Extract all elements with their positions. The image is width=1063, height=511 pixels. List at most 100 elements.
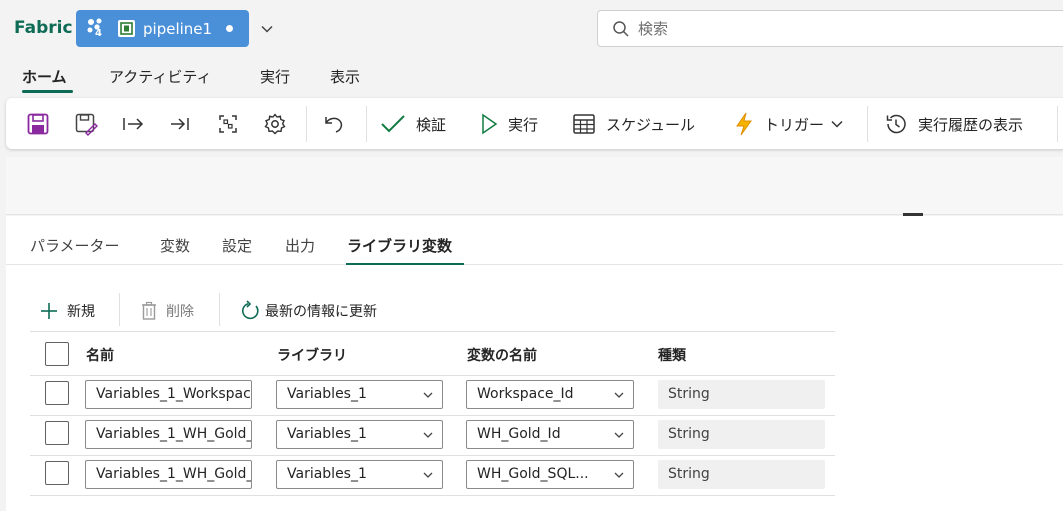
view-run-history-button[interactable]: 実行履歴の表示 [884, 111, 1023, 137]
name-input[interactable]: Variables_1_Workspace_Id [85, 380, 252, 409]
validate-button[interactable]: 検証 [380, 111, 446, 137]
header-type: 種類 [658, 348, 686, 364]
active-tab-indicator [346, 263, 464, 265]
refresh-icon [241, 300, 259, 320]
row-checkbox[interactable] [45, 461, 69, 485]
tab-library-variables[interactable]: ライブラリ変数 [347, 235, 452, 256]
header-name: 名前 [86, 348, 114, 364]
active-tab-indicator [22, 90, 73, 93]
unsaved-dot-icon [226, 25, 234, 32]
pipeline-canvas[interactable] [6, 157, 1063, 215]
action-divider [119, 293, 120, 326]
tab-run[interactable]: 実行 [260, 66, 290, 87]
arrow-to-end-icon[interactable] [167, 111, 193, 137]
tab-variables[interactable]: 変数 [160, 235, 190, 256]
table-row: Variables_1_WH_Gold_Id Variables_1 WH_Go… [30, 416, 835, 456]
row-checkbox[interactable] [45, 381, 69, 405]
table-row: Variables_1_WH_Gold_SQL_Endpoint Variabl… [30, 456, 835, 496]
delete-label: 削除 [166, 304, 194, 320]
trigger-button[interactable]: トリガー [734, 111, 844, 137]
save-as-icon[interactable] [73, 111, 99, 137]
item-name: pipeline1 [143, 19, 213, 38]
tab-home[interactable]: ホーム [22, 66, 67, 87]
variable-select[interactable]: WH_Gold_SQL... [466, 460, 634, 489]
chevron-down-icon [423, 392, 433, 398]
type-value: String [658, 420, 825, 449]
chevron-down-icon [614, 432, 624, 438]
brand-label[interactable]: Fabric [14, 18, 73, 38]
action-divider [219, 293, 220, 326]
library-value: Variables_1 [287, 426, 367, 442]
name-input[interactable]: Variables_1_WH_Gold_SQL_Endpoint [85, 460, 252, 489]
workspace-badge: 4 [95, 27, 102, 39]
undo-icon[interactable] [321, 111, 347, 137]
type-value: String [658, 460, 825, 489]
table-header: 名前 ライブラリ 変数の名前 種類 [30, 331, 835, 376]
tab-settings[interactable]: 設定 [222, 235, 252, 256]
library-select[interactable]: Variables_1 [276, 420, 443, 449]
menu-bar: ホーム アクティビティ 実行 表示 [0, 58, 1063, 98]
save-icon[interactable] [25, 111, 51, 137]
tab-output[interactable]: 出力 [285, 235, 315, 256]
validate-label: 検証 [416, 115, 447, 134]
schedule-label: スケジュール [606, 115, 695, 134]
chevron-down-icon [423, 432, 433, 438]
calendar-icon [573, 114, 595, 134]
tab-activities[interactable]: アクティビティ [109, 66, 211, 87]
delete-button[interactable]: 削除 [140, 300, 194, 322]
tab-view[interactable]: 表示 [330, 66, 360, 87]
library-value: Variables_1 [287, 386, 367, 402]
checkmark-icon [381, 115, 405, 133]
refresh-label: 最新の情報に更新 [265, 304, 377, 320]
plus-icon [41, 303, 57, 319]
library-select[interactable]: Variables_1 [276, 460, 443, 489]
tab-parameters[interactable]: パラメーター [30, 235, 120, 256]
play-icon [482, 113, 498, 135]
ribbon-divider [867, 106, 868, 142]
search-icon [613, 20, 629, 37]
arrow-right-bar-icon[interactable] [120, 111, 146, 137]
trash-icon [142, 301, 156, 320]
library-value: Variables_1 [287, 466, 367, 482]
item-selector-button[interactable]: 4 pipeline1 [76, 10, 249, 47]
header-library: ライブラリ [277, 348, 347, 364]
pipeline-icon [118, 20, 135, 37]
top-bar: Fabric 4 pipeline1 検索 [0, 0, 1063, 58]
view-run-history-label: 実行履歴の表示 [918, 115, 1024, 134]
schedule-button[interactable]: スケジュール [572, 111, 695, 137]
table-row: Variables_1_Workspace_Id Variables_1 Wor… [30, 376, 835, 416]
run-label: 実行 [508, 115, 539, 134]
chevron-down-icon[interactable] [260, 22, 274, 36]
ribbon-divider [366, 106, 367, 142]
history-icon [886, 114, 906, 134]
ribbon-toolbar: 検証 実行 スケジュール トリガー 実行履歴の表示 [6, 98, 1063, 149]
variable-select[interactable]: Workspace_Id [466, 380, 634, 409]
row-checkbox[interactable] [45, 421, 69, 445]
refresh-button[interactable]: 最新の情報に更新 [239, 300, 377, 322]
ribbon-divider [306, 106, 307, 142]
chevron-down-icon [831, 120, 843, 128]
fit-view-icon[interactable] [215, 111, 241, 137]
trigger-label: トリガー [764, 115, 825, 134]
gear-icon[interactable] [262, 111, 288, 137]
chevron-down-icon [423, 472, 433, 478]
variable-value: WH_Gold_Id [477, 426, 561, 442]
variable-select[interactable]: WH_Gold_Id [466, 420, 634, 449]
properties-panel: パラメーター 変数 設定 出力 ライブラリ変数 新規 削除 最新の情報に更新 名… [6, 216, 1063, 511]
new-label: 新規 [67, 304, 95, 320]
type-value: String [658, 380, 825, 409]
new-button[interactable]: 新規 [39, 300, 95, 322]
tab-divider [6, 264, 1063, 265]
search-box[interactable]: 検索 [597, 10, 1063, 47]
chevron-down-icon [614, 392, 624, 398]
name-input[interactable]: Variables_1_WH_Gold_Id [85, 420, 252, 449]
library-select[interactable]: Variables_1 [276, 380, 443, 409]
variable-value: WH_Gold_SQL... [477, 466, 589, 482]
chevron-down-icon [614, 472, 624, 478]
select-all-checkbox[interactable] [45, 342, 69, 366]
variable-value: Workspace_Id [477, 386, 574, 402]
search-placeholder: 検索 [638, 20, 669, 38]
header-variable-name: 変数の名前 [467, 348, 537, 364]
run-button[interactable]: 実行 [480, 111, 538, 137]
lightning-icon [736, 112, 752, 136]
